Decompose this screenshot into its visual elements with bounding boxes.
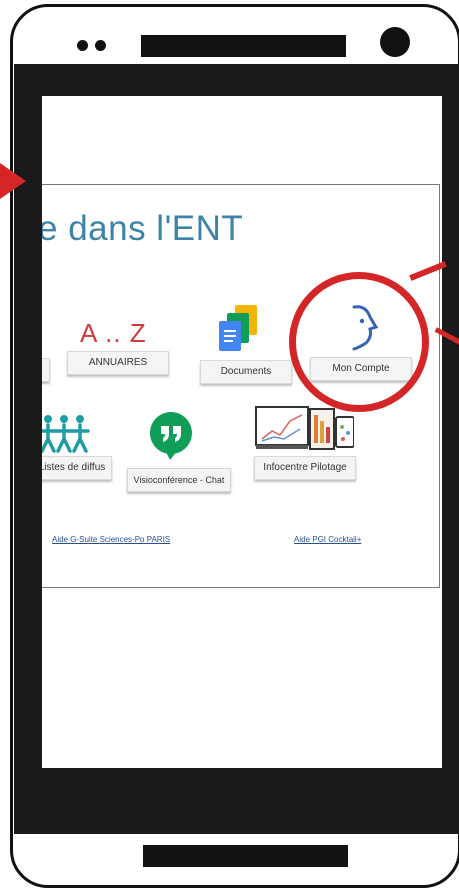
- cropped-tile-label[interactable]: [42, 358, 50, 382]
- phone-speaker: [141, 35, 346, 57]
- az-directory-icon: A .. Z: [80, 318, 147, 348]
- highlight-circle: [289, 272, 429, 412]
- dashboard-devices-icon: [255, 406, 354, 450]
- pointer-arrow-icon: [0, 163, 26, 199]
- infocentre-tile[interactable]: Infocentre Pilotage: [254, 456, 356, 480]
- documents-icon: [219, 305, 257, 351]
- hangouts-chat-icon: [149, 412, 192, 460]
- home-button[interactable]: [143, 845, 348, 867]
- phone-screen: e dans l'ENT A .. Z ANNUAIRES Documents …: [42, 96, 442, 768]
- sensor-dot-icon: [95, 40, 106, 51]
- annuaires-tile[interactable]: ANNUAIRES: [67, 351, 169, 375]
- gsuite-help-link[interactable]: Aide G-Suite Sciences-Po PARIS: [52, 535, 170, 544]
- front-camera-icon: [380, 27, 410, 57]
- pgi-help-link[interactable]: Aide PGI Cocktail+: [294, 535, 361, 544]
- listes-diffusion-tile[interactable]: Listes de diffus: [42, 456, 112, 480]
- visioconference-tile[interactable]: Visioconférence - Chat: [127, 468, 231, 492]
- page-title: e dans l'ENT: [42, 209, 244, 248]
- people-group-icon: [42, 415, 90, 453]
- documents-tile[interactable]: Documents: [200, 360, 292, 384]
- sensor-dot-icon: [77, 40, 88, 51]
